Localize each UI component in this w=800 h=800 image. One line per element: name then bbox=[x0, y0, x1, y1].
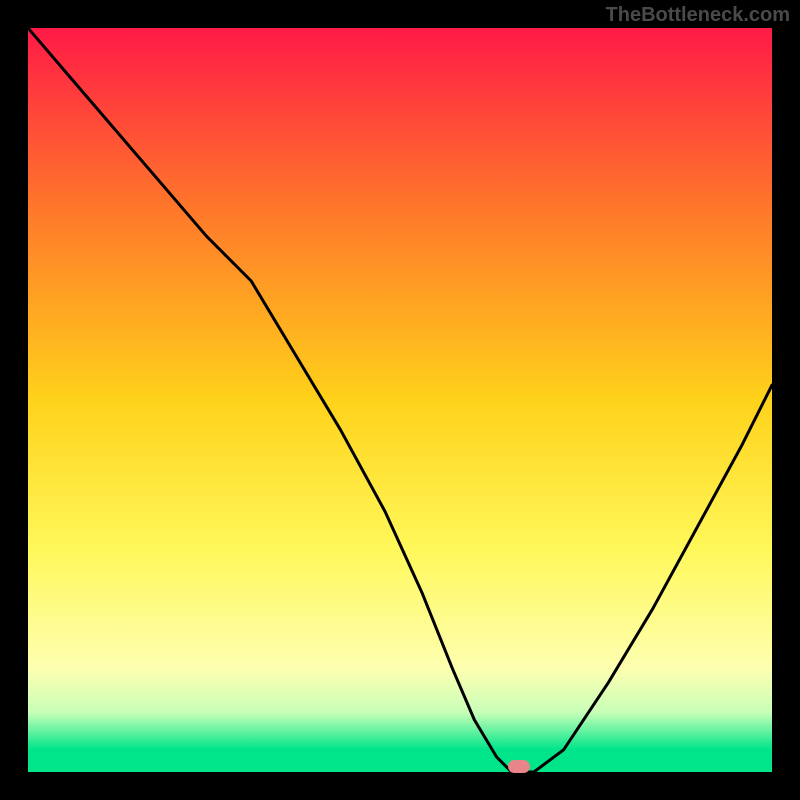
watermark-text: TheBottleneck.com bbox=[606, 4, 790, 27]
plot-area bbox=[28, 28, 772, 772]
sweet-spot-marker bbox=[508, 760, 530, 773]
chart-stage: TheBottleneck.com bbox=[0, 0, 800, 800]
gradient-background bbox=[28, 28, 772, 772]
bottleneck-curve bbox=[28, 28, 772, 772]
